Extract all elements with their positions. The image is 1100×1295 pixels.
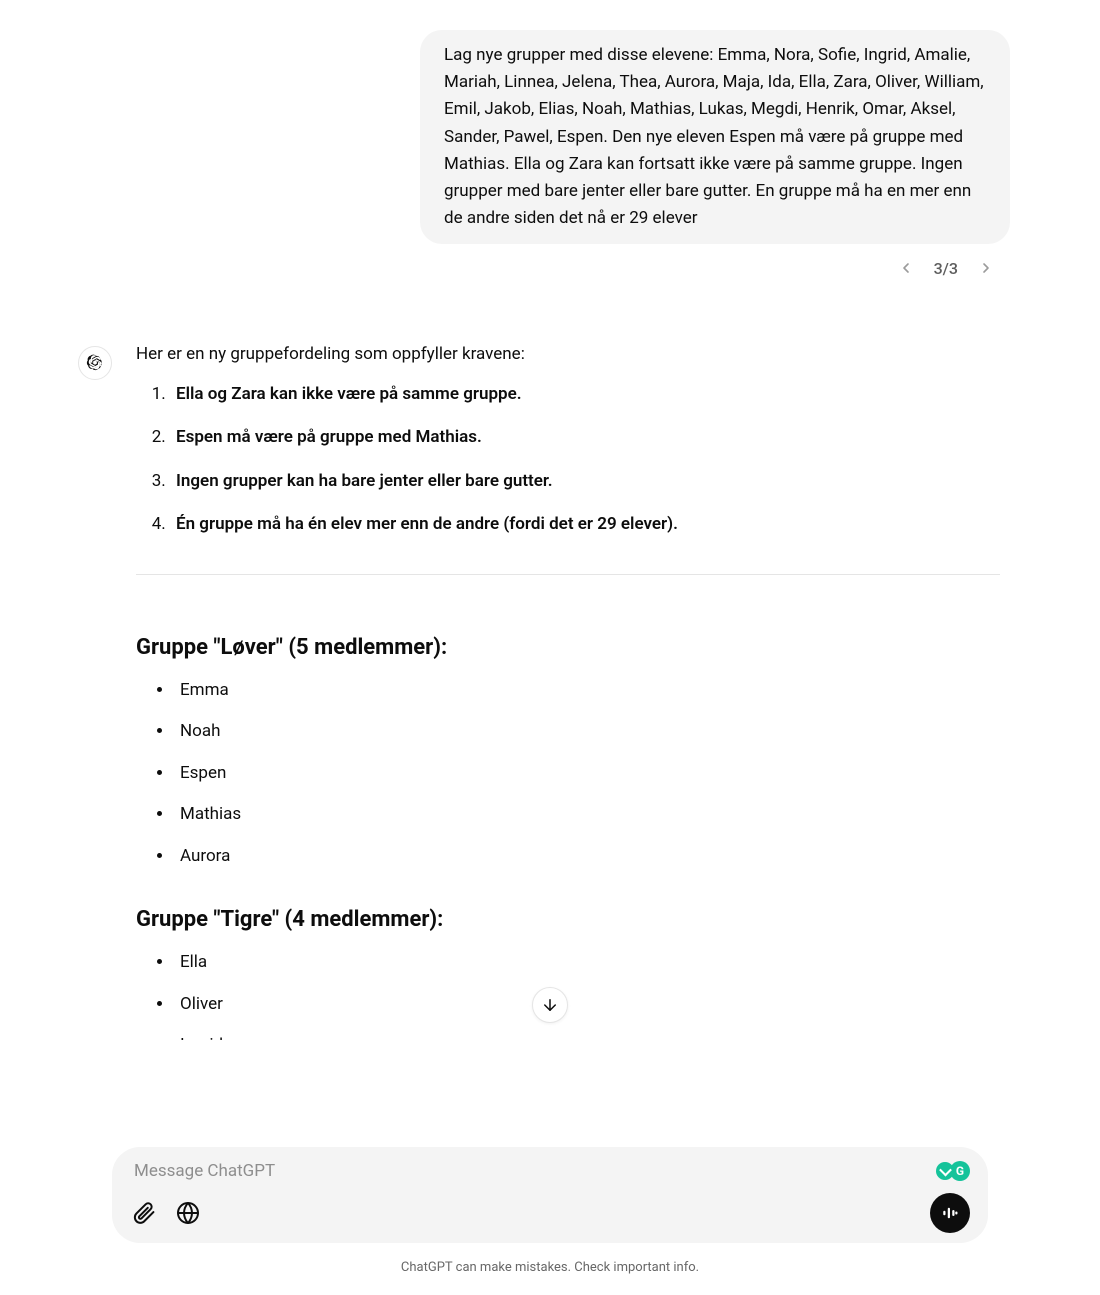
rule-item: Espen må være på gruppe med Mathias.	[170, 425, 1000, 451]
voice-input-button[interactable]	[930, 1193, 970, 1233]
grammarly-check-icon	[936, 1162, 954, 1180]
globe-icon	[176, 1201, 200, 1225]
group-heading: Gruppe "Tigre" (4 medlemmer):	[136, 903, 1000, 936]
composer-top-row: Message ChatGPT G	[130, 1157, 970, 1191]
member-item: Emma	[174, 678, 1000, 704]
member-item: Ingrid	[174, 1033, 1000, 1040]
web-button[interactable]	[174, 1199, 202, 1227]
message-composer[interactable]: Message ChatGPT G	[112, 1147, 988, 1243]
assistant-content: Her er en ny gruppefordeling som oppfyll…	[136, 342, 1010, 1040]
scroll-to-bottom-button[interactable]	[532, 987, 568, 1023]
message-pagination: 3/3	[78, 254, 1010, 282]
member-item: Ella	[174, 950, 1000, 976]
chevron-right-icon[interactable]	[972, 254, 1000, 282]
composer-placeholder[interactable]: Message ChatGPT	[134, 1161, 275, 1181]
footer-disclaimer: ChatGPT can make mistakes. Check importa…	[0, 1260, 1100, 1275]
members-list: Emma Noah Espen Mathias Aurora	[136, 678, 1000, 870]
member-item: Oliver	[174, 992, 1000, 1018]
arrow-down-icon	[541, 996, 559, 1014]
member-item: Aurora	[174, 844, 1000, 870]
rules-list: Ella og Zara kan ikke være på samme grup…	[136, 382, 1000, 538]
sound-wave-icon	[941, 1204, 959, 1222]
composer-bottom-row	[130, 1191, 970, 1237]
section-divider	[136, 574, 1000, 575]
assistant-avatar	[78, 346, 112, 380]
rule-item: Ella og Zara kan ikke være på samme grup…	[170, 382, 1000, 408]
grammarly-badge[interactable]: G	[936, 1161, 970, 1181]
rule-item: Ingen grupper kan ha bare jenter eller b…	[170, 469, 1000, 495]
pagination-indicator: 3/3	[934, 259, 958, 278]
rule-item: Én gruppe må ha én elev mer enn de andre…	[170, 512, 1000, 538]
composer-area: Message ChatGPT G	[112, 1147, 988, 1243]
user-message-text: Lag nye grupper med disse elevene: Emma,…	[444, 45, 984, 228]
chevron-left-icon[interactable]	[892, 254, 920, 282]
member-item: Noah	[174, 719, 1000, 745]
member-item: Espen	[174, 761, 1000, 787]
members-list: Ella Oliver Ingrid	[136, 950, 1000, 1040]
user-message-bubble: Lag nye grupper med disse elevene: Emma,…	[420, 30, 1010, 244]
composer-left-icons	[130, 1199, 202, 1227]
group-heading: Gruppe "Løver" (5 medlemmer):	[136, 631, 1000, 664]
assistant-intro: Her er en ny gruppefordeling som oppfyll…	[136, 342, 1000, 368]
assistant-message-row: Her er en ny gruppefordeling som oppfyll…	[78, 342, 1010, 1040]
member-item: Mathias	[174, 802, 1000, 828]
paperclip-icon	[132, 1201, 156, 1225]
chat-scroll-area: Lag nye grupper med disse elevene: Emma,…	[0, 0, 1100, 1040]
attach-button[interactable]	[130, 1199, 158, 1227]
openai-logo-icon	[85, 353, 105, 373]
user-message-row: Lag nye grupper med disse elevene: Emma,…	[78, 30, 1010, 244]
